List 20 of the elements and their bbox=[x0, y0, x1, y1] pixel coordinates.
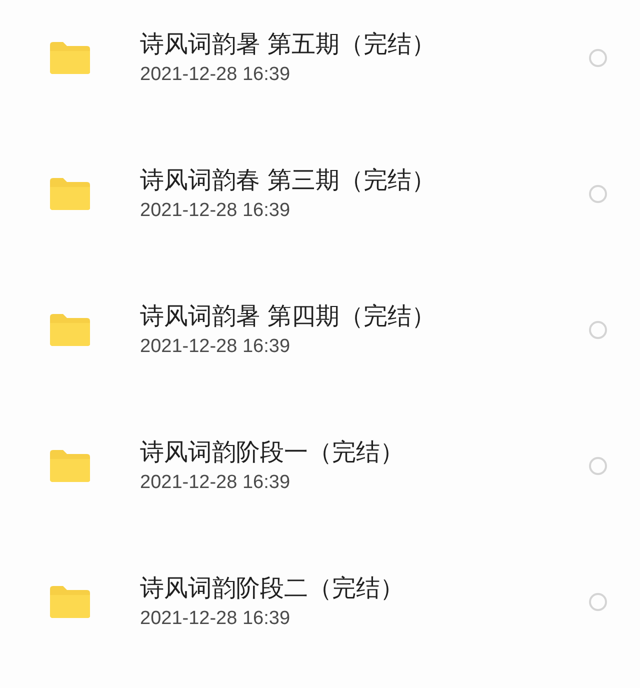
select-radio[interactable] bbox=[589, 185, 607, 203]
folder-name: 诗风词韵暑 第四期（完结） bbox=[140, 301, 437, 332]
folder-icon bbox=[48, 177, 92, 211]
select-radio[interactable] bbox=[589, 593, 607, 611]
folder-name: 诗风词韵春 第三期（完结） bbox=[140, 165, 437, 196]
folder-name: 诗风词韵阶段一（完结） bbox=[140, 437, 405, 468]
select-radio[interactable] bbox=[589, 321, 607, 339]
folder-name: 诗风词韵暑 第五期（完结） bbox=[140, 29, 437, 60]
folder-name: 诗风词韵阶段二（完结） bbox=[140, 573, 405, 604]
folder-icon bbox=[48, 313, 92, 347]
modified-date: 2021-12-28 16:39 bbox=[140, 607, 292, 631]
folder-icon bbox=[48, 41, 92, 75]
modified-date: 2021-12-28 16:39 bbox=[140, 63, 292, 87]
folder-icon bbox=[48, 585, 92, 619]
folder-icon bbox=[48, 449, 92, 483]
modified-date: 2021-12-28 16:39 bbox=[140, 335, 292, 359]
modified-date: 2021-12-28 16:39 bbox=[140, 199, 292, 223]
select-radio[interactable] bbox=[589, 457, 607, 475]
modified-date: 2021-12-28 16:39 bbox=[140, 471, 292, 495]
select-radio[interactable] bbox=[589, 49, 607, 67]
